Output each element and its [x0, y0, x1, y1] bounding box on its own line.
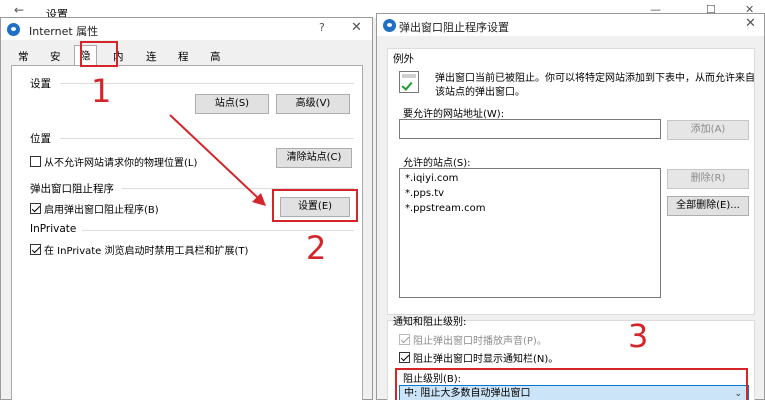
- annotation-number-3: 3: [628, 317, 649, 355]
- annotation-number-2: 2: [306, 229, 327, 267]
- annotation-arrow: [169, 114, 266, 206]
- annotation-number-1: 1: [91, 72, 112, 110]
